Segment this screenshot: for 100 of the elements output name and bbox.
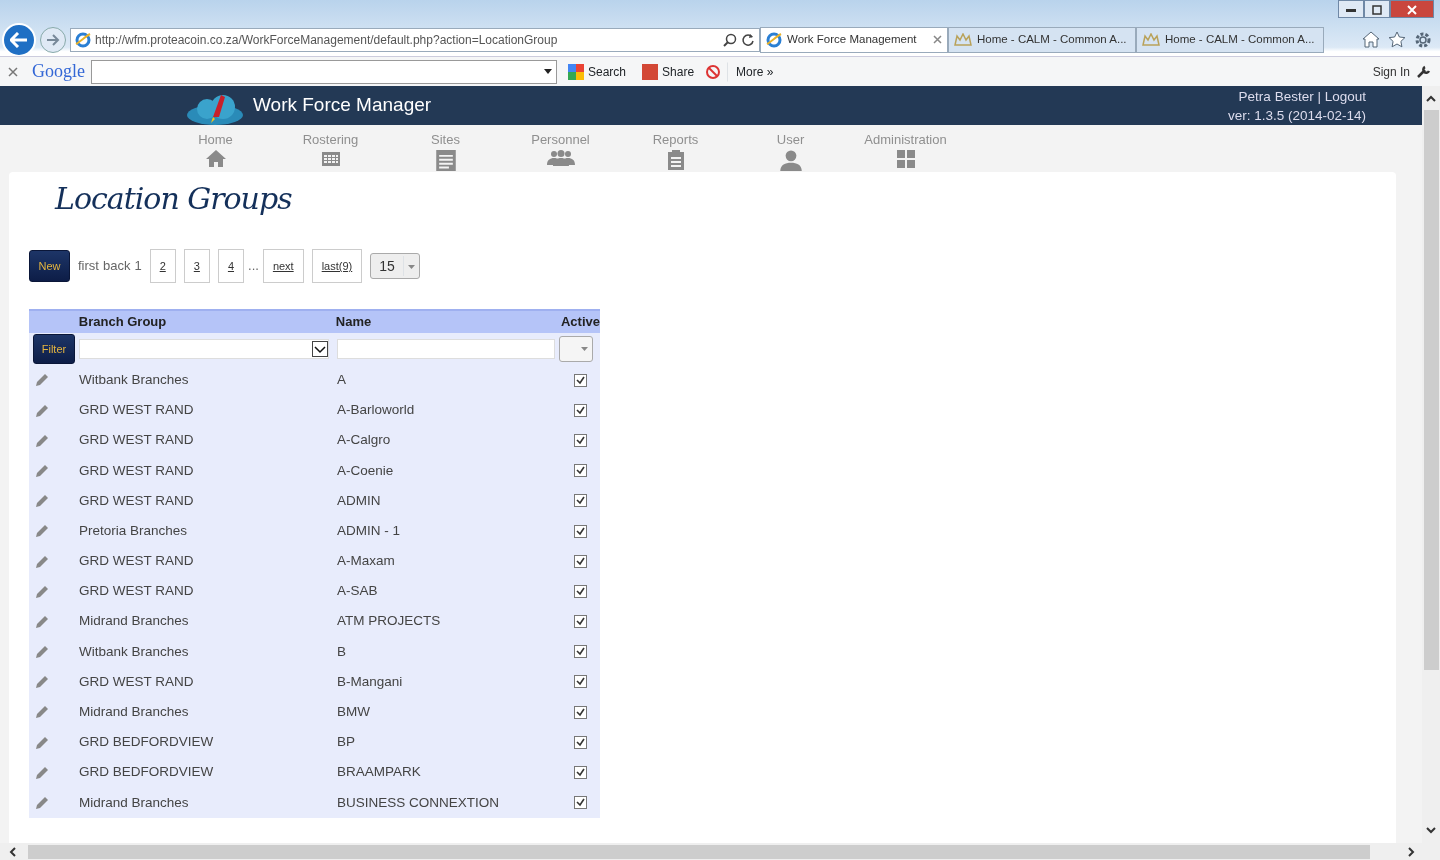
active-checkbox[interactable] bbox=[574, 554, 587, 568]
page-size-select[interactable]: 15 bbox=[370, 253, 420, 279]
column-header: Active bbox=[560, 313, 600, 332]
checkmark-icon bbox=[576, 405, 585, 415]
table-cell-text: GRD WEST RAND bbox=[79, 582, 195, 601]
pencil-icon[interactable] bbox=[35, 373, 49, 388]
active-checkbox[interactable] bbox=[574, 675, 587, 689]
browser-tab[interactable]: Home - CALM - Common A... bbox=[948, 26, 1136, 53]
table-cell-text: ADMIN - 1 bbox=[337, 521, 401, 540]
blocked-icon[interactable] bbox=[705, 63, 722, 80]
horizontal-scrollbar[interactable] bbox=[0, 843, 1440, 860]
more-button[interactable]: More » bbox=[727, 61, 783, 82]
star-icon[interactable] bbox=[1388, 30, 1406, 48]
pencil-icon[interactable] bbox=[35, 494, 49, 509]
active-checkbox[interactable] bbox=[574, 524, 587, 538]
pencil-icon[interactable] bbox=[35, 433, 49, 448]
browser-tab[interactable]: Home - CALM - Common A... bbox=[1136, 26, 1324, 53]
first-link[interactable]: first bbox=[78, 256, 99, 276]
search-button[interactable]: Search bbox=[563, 61, 632, 82]
table-cell-text: Midrand Branches bbox=[79, 793, 190, 812]
pencil-icon[interactable] bbox=[35, 524, 49, 539]
table-cell-text: GRD WEST RAND bbox=[79, 431, 195, 450]
page-link[interactable]: 2 bbox=[149, 249, 176, 283]
vertical-scrollbar[interactable] bbox=[1422, 86, 1440, 843]
caret-icon bbox=[312, 341, 328, 357]
pencil-icon[interactable] bbox=[35, 675, 49, 690]
filter-button[interactable]: Filter bbox=[33, 334, 75, 364]
table-cell-text: A-Maxam bbox=[337, 552, 396, 571]
active-checkbox[interactable] bbox=[574, 705, 587, 719]
pencil-icon[interactable] bbox=[35, 584, 49, 599]
logout-link[interactable]: Logout bbox=[1324, 88, 1366, 104]
minimize-icon bbox=[1346, 8, 1356, 12]
forward-arrow-icon bbox=[46, 33, 60, 46]
active-checkbox[interactable] bbox=[574, 494, 587, 508]
checkmark-icon bbox=[576, 496, 585, 506]
active-checkbox[interactable] bbox=[574, 433, 587, 447]
restore-button[interactable] bbox=[1364, 0, 1390, 18]
table-cell-text: B-Mangani bbox=[337, 672, 404, 691]
active-checkbox[interactable] bbox=[574, 403, 587, 417]
scroll-up-icon[interactable] bbox=[1426, 94, 1436, 102]
search-field[interactable] bbox=[91, 59, 557, 84]
back-link[interactable]: back bbox=[102, 256, 131, 276]
active-checkbox[interactable] bbox=[574, 615, 587, 629]
page-link[interactable]: 3 bbox=[183, 249, 210, 283]
active-checkbox[interactable] bbox=[574, 796, 587, 810]
pencil-icon[interactable] bbox=[35, 614, 49, 629]
active-checkbox[interactable] bbox=[574, 645, 587, 659]
checkmark-icon bbox=[576, 768, 585, 778]
ellipsis-text: ... bbox=[248, 257, 259, 276]
table-cell-text: BMW bbox=[337, 703, 371, 722]
page-link[interactable]: 4 bbox=[217, 249, 245, 283]
sign-in-link[interactable]: Sign In bbox=[1372, 62, 1410, 81]
pencil-icon[interactable] bbox=[35, 765, 49, 780]
home-icon[interactable] bbox=[1362, 30, 1380, 48]
current-page: 1 bbox=[134, 257, 142, 276]
close-button[interactable] bbox=[1390, 0, 1434, 18]
caret-icon bbox=[407, 264, 415, 269]
back-button[interactable] bbox=[2, 22, 36, 57]
scroll-down-icon[interactable] bbox=[1426, 827, 1436, 835]
browser-page-icon bbox=[766, 31, 782, 48]
restore-icon bbox=[1372, 5, 1382, 16]
table-cell-text: ATM PROJECTS bbox=[337, 612, 442, 631]
checkmark-icon bbox=[576, 435, 585, 445]
pencil-icon[interactable] bbox=[35, 463, 49, 478]
crown-icon bbox=[954, 32, 972, 47]
wrench-icon[interactable] bbox=[1416, 64, 1432, 79]
new-button[interactable]: New bbox=[29, 250, 70, 282]
scroll-right-icon[interactable] bbox=[1408, 846, 1416, 857]
column-header: Branch Group bbox=[78, 313, 168, 332]
forward-button[interactable] bbox=[40, 26, 66, 53]
address-bar[interactable]: http://wfm.proteacoin.co.za/WorkForceManagement/default.php?action=LocationGroup bbox=[70, 27, 760, 52]
pencil-icon[interactable] bbox=[35, 403, 49, 418]
last-link[interactable]: last(9) bbox=[311, 249, 363, 283]
active-checkbox[interactable] bbox=[574, 373, 587, 387]
table-cell-text: A bbox=[337, 370, 347, 389]
pencil-icon[interactable] bbox=[35, 705, 49, 720]
active-checkbox[interactable] bbox=[574, 464, 587, 478]
active-checkbox[interactable] bbox=[574, 735, 587, 749]
pencil-icon[interactable] bbox=[35, 796, 49, 811]
close-icon[interactable] bbox=[8, 66, 18, 77]
share-button[interactable]: Share bbox=[637, 61, 700, 82]
google-search-icon bbox=[568, 63, 584, 80]
pencil-icon[interactable] bbox=[35, 735, 49, 750]
table-cell-text: Midrand Branches bbox=[79, 703, 190, 722]
browser-tab[interactable]: Work Force Management bbox=[760, 26, 948, 53]
close-icon bbox=[1407, 5, 1417, 16]
scroll-left-icon[interactable] bbox=[8, 846, 16, 857]
column-header: Name bbox=[335, 313, 373, 332]
table-cell-text: A-Barloworld bbox=[337, 401, 416, 420]
active-checkbox[interactable] bbox=[574, 584, 587, 598]
next-link[interactable]: next bbox=[262, 249, 304, 283]
minimize-button[interactable] bbox=[1338, 0, 1364, 18]
table-cell-text: Pretoria Branches bbox=[79, 521, 189, 540]
table-cell-text: GRD WEST RAND bbox=[79, 672, 195, 691]
pencil-icon[interactable] bbox=[35, 645, 49, 660]
active-checkbox[interactable] bbox=[574, 766, 587, 780]
pencil-icon[interactable] bbox=[35, 554, 49, 569]
settings-icon[interactable] bbox=[1414, 30, 1432, 49]
table-cell-text: Midrand Branches bbox=[79, 612, 190, 631]
table-cell-text: BP bbox=[337, 733, 356, 752]
